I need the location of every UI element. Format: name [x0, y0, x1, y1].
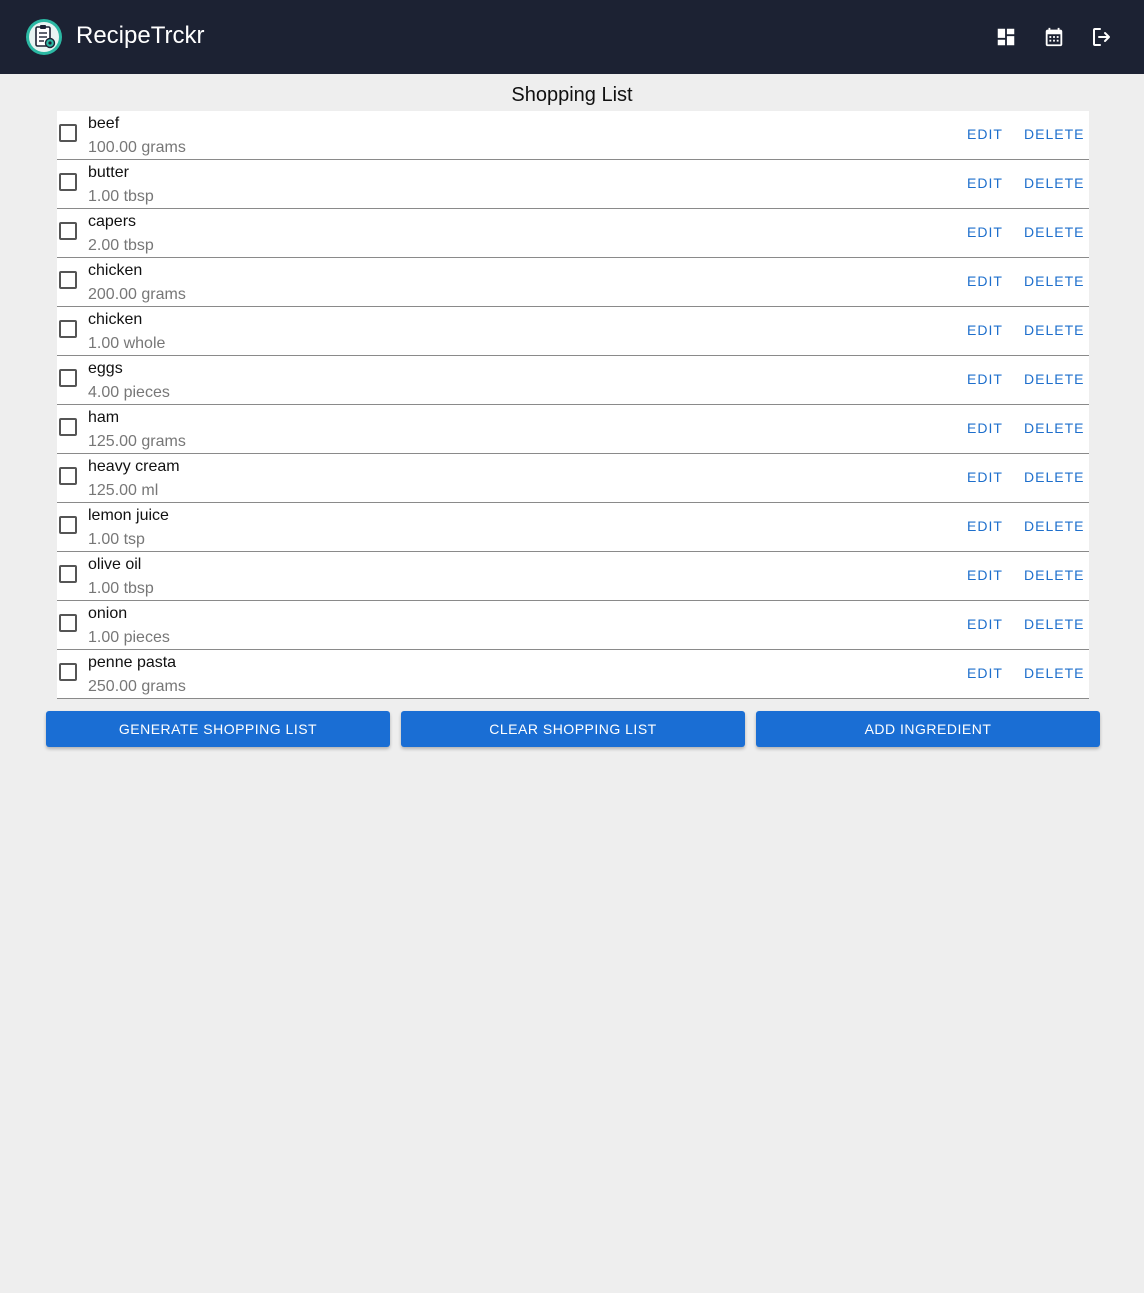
item-quantity: 125.00 ml — [88, 482, 159, 499]
dashboard-icon — [997, 28, 1015, 46]
item-checkbox[interactable] — [59, 418, 77, 436]
list-item: capers 2.00 tbsp EDIT DELETE — [57, 209, 1089, 258]
item-name: chicken — [88, 311, 143, 328]
list-item: butter 1.00 tbsp EDIT DELETE — [57, 160, 1089, 209]
edit-button[interactable]: EDIT — [967, 419, 1003, 437]
dashboard-button[interactable] — [992, 23, 1020, 51]
page-title: Shopping List — [511, 84, 633, 106]
action-bar: GENERATE SHOPPING LIST CLEAR SHOPPING LI… — [46, 711, 1100, 747]
delete-button[interactable]: DELETE — [1024, 272, 1084, 290]
item-name: eggs — [88, 360, 123, 377]
edit-button[interactable]: EDIT — [967, 321, 1003, 339]
list-item: beef 100.00 grams EDIT DELETE — [57, 111, 1089, 160]
item-quantity: 1.00 tbsp — [88, 188, 154, 205]
item-name: onion — [88, 605, 128, 622]
edit-button[interactable]: EDIT — [967, 664, 1003, 682]
item-name: butter — [88, 164, 129, 181]
item-quantity: 1.00 tbsp — [88, 580, 154, 597]
list-item: chicken 1.00 whole EDIT DELETE — [57, 307, 1089, 356]
item-checkbox[interactable] — [59, 222, 77, 240]
list-item: olive oil 1.00 tbsp EDIT DELETE — [57, 552, 1089, 601]
edit-button[interactable]: EDIT — [967, 566, 1003, 584]
list-item: heavy cream 125.00 ml EDIT DELETE — [57, 454, 1089, 503]
edit-button[interactable]: EDIT — [967, 272, 1003, 290]
item-quantity: 200.00 grams — [88, 286, 186, 303]
item-name: penne pasta — [88, 654, 177, 671]
item-checkbox[interactable] — [59, 173, 77, 191]
item-name: olive oil — [88, 556, 142, 573]
add-ingredient-button[interactable]: ADD INGREDIENT — [756, 711, 1100, 747]
item-name: heavy cream — [88, 458, 180, 475]
item-checkbox[interactable] — [59, 369, 77, 387]
item-checkbox[interactable] — [59, 565, 77, 583]
item-name: ham — [88, 409, 120, 426]
item-checkbox[interactable] — [59, 124, 77, 142]
item-checkbox[interactable] — [59, 663, 77, 681]
calendar-icon — [1045, 27, 1063, 47]
list-item: onion 1.00 pieces EDIT DELETE — [57, 601, 1089, 650]
delete-button[interactable]: DELETE — [1024, 125, 1084, 143]
delete-button[interactable]: DELETE — [1024, 174, 1084, 192]
item-checkbox[interactable] — [59, 516, 77, 534]
item-quantity: 4.00 pieces — [88, 384, 170, 401]
delete-button[interactable]: DELETE — [1024, 370, 1084, 388]
item-quantity: 100.00 grams — [88, 139, 186, 156]
edit-button[interactable]: EDIT — [967, 517, 1003, 535]
item-checkbox[interactable] — [59, 320, 77, 338]
item-name: lemon juice — [88, 507, 169, 524]
list-item: penne pasta 250.00 grams EDIT DELETE — [57, 650, 1089, 699]
edit-button[interactable]: EDIT — [967, 174, 1003, 192]
edit-button[interactable]: EDIT — [967, 615, 1003, 633]
delete-button[interactable]: DELETE — [1024, 223, 1084, 241]
delete-button[interactable]: DELETE — [1024, 566, 1084, 584]
item-name: capers — [88, 213, 137, 230]
edit-button[interactable]: EDIT — [967, 125, 1003, 143]
list-item: ham 125.00 grams EDIT DELETE — [57, 405, 1089, 454]
item-checkbox[interactable] — [59, 467, 77, 485]
edit-button[interactable]: EDIT — [967, 468, 1003, 486]
item-checkbox[interactable] — [59, 614, 77, 632]
logout-icon — [1093, 28, 1110, 46]
item-quantity: 2.00 tbsp — [88, 237, 154, 254]
generate-shopping-list-button[interactable]: GENERATE SHOPPING LIST — [46, 711, 390, 747]
item-quantity: 1.00 pieces — [88, 629, 170, 646]
item-quantity: 1.00 tsp — [88, 531, 145, 548]
item-checkbox[interactable] — [59, 271, 77, 289]
shopping-list: beef 100.00 grams EDIT DELETE butter 1.00 tbs… — [57, 111, 1089, 699]
list-item: lemon juice 1.00 tsp EDIT DELETE — [57, 503, 1089, 552]
edit-button[interactable]: EDIT — [967, 223, 1003, 241]
item-quantity: 250.00 grams — [88, 678, 186, 695]
delete-button[interactable]: DELETE — [1024, 664, 1084, 682]
app-bar: RecipeTrckr — [0, 0, 1144, 74]
delete-button[interactable]: DELETE — [1024, 468, 1084, 486]
clear-shopping-list-button[interactable]: CLEAR SHOPPING LIST — [401, 711, 745, 747]
logout-button[interactable] — [1088, 23, 1116, 51]
edit-button[interactable]: EDIT — [967, 370, 1003, 388]
list-item: chicken 200.00 grams EDIT DELETE — [57, 258, 1089, 307]
item-quantity: 1.00 whole — [88, 335, 166, 352]
app-title: RecipeTrckr — [76, 22, 205, 49]
item-name: chicken — [88, 262, 143, 279]
delete-button[interactable]: DELETE — [1024, 615, 1084, 633]
delete-button[interactable]: DELETE — [1024, 321, 1084, 339]
delete-button[interactable]: DELETE — [1024, 419, 1084, 437]
list-item: eggs 4.00 pieces EDIT DELETE — [57, 356, 1089, 405]
calendar-button[interactable] — [1040, 23, 1068, 51]
item-name: beef — [88, 115, 120, 132]
delete-button[interactable]: DELETE — [1024, 517, 1084, 535]
recipe-logo-icon[interactable] — [25, 18, 63, 56]
item-quantity: 125.00 grams — [88, 433, 186, 450]
